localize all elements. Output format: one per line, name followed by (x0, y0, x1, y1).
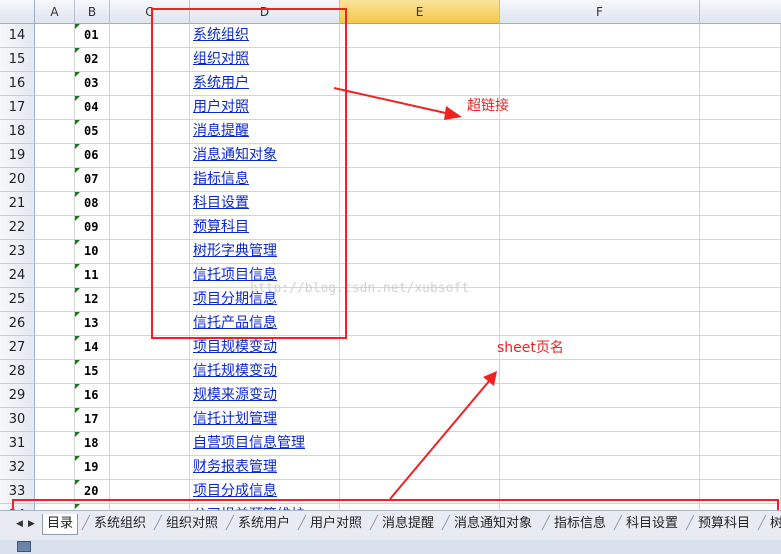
arrow-sheet-name (389, 379, 491, 500)
tab-separator: ╱ (614, 516, 622, 531)
tab-separator: ╱ (226, 516, 234, 531)
annotation-hyperlink: 超链接 (467, 98, 509, 114)
sheet-tab[interactable]: 树 (770, 514, 781, 534)
sheet-tab[interactable]: 消息通知对象 (454, 514, 532, 534)
annotation-sheet-name: sheet页名 (497, 340, 564, 356)
sheet-tab-bar: ◀ ▶ 目录 ╱ 系统组织 ╱ 组织对照 ╱ 系统用户 ╱ 用户对照 ╱ 消息提醒 ╱ 消息通知对象 ╱ 指… (0, 510, 781, 540)
tab-separator: ╱ (758, 516, 766, 531)
tab-separator: ╱ (442, 516, 450, 531)
sheet-tab[interactable]: 组织对照 (166, 514, 218, 534)
sheet-tab[interactable]: 指标信息 (554, 514, 606, 534)
tab-separator: ╱ (82, 516, 90, 531)
tab-separator: ╱ (542, 516, 550, 531)
arrowhead-sheet-name (483, 371, 497, 386)
tab-scroll-left-icon[interactable]: ◀ (14, 517, 25, 531)
annotation-arrows (333, 87, 497, 500)
sheet-tab[interactable]: 系统组织 (94, 514, 146, 534)
tab-separator: ╱ (686, 516, 694, 531)
sheet-tab[interactable]: 消息提醒 (382, 514, 434, 534)
tab-separator: ╱ (154, 516, 162, 531)
macro-record-icon[interactable] (17, 541, 31, 552)
arrowhead-hyperlink (444, 106, 462, 120)
sheet-tab[interactable]: 用户对照 (310, 514, 362, 534)
tab-separator: ╱ (298, 516, 306, 531)
tab-separator: ╱ (370, 516, 378, 531)
sheet-tab[interactable]: 科目设置 (626, 514, 678, 534)
status-bar (0, 540, 781, 554)
sheet-tab[interactable]: 目录 (42, 514, 79, 535)
arrow-hyperlink (333, 87, 451, 115)
tab-scroll-right-icon[interactable]: ▶ (26, 517, 37, 531)
sheet-tab[interactable]: 系统用户 (238, 514, 290, 534)
sheet-tab[interactable]: 预算科目 (698, 514, 750, 534)
